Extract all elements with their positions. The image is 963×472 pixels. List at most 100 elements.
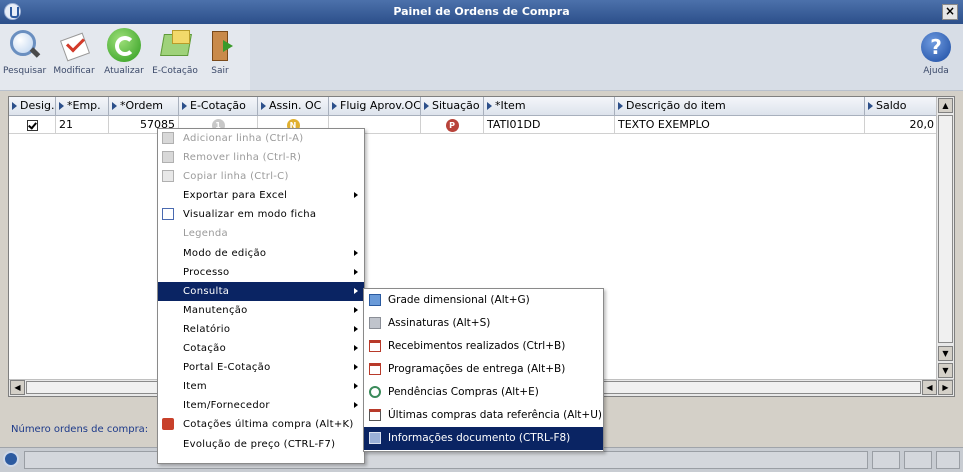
- scroll-down-button[interactable]: ▼: [938, 346, 953, 361]
- toolbar: Pesquisar Modificar Atualizar E-Cotação …: [0, 24, 963, 91]
- title-bar: Painel de Ordens de Compra ×: [0, 0, 963, 24]
- table-row[interactable]: 21 57085 1 N P TATI01DD TEXTO EXEMPLO 20…: [9, 116, 938, 134]
- desig-cell[interactable]: [9, 116, 56, 133]
- printer-icon[interactable]: [904, 451, 932, 469]
- scroll-left-end-button[interactable]: ◀: [922, 380, 937, 395]
- scroll-up-button[interactable]: ▲: [938, 98, 953, 113]
- menu-item-price-evolution[interactable]: Evolução de preço (CTRL-F7): [158, 435, 364, 454]
- submenu-item-last-purchases[interactable]: Últimas compras data referência (Alt+U): [364, 404, 603, 427]
- cube-icon: [369, 294, 381, 306]
- menu-item-add-row[interactable]: Adicionar linha (Ctrl-A): [158, 129, 364, 148]
- menu-item-last-purchase-quotes[interactable]: Cotações última compra (Alt+K): [158, 415, 364, 434]
- connection-icon[interactable]: [872, 451, 900, 469]
- column-header-fluig[interactable]: Fluig Aprov.OC: [329, 97, 421, 115]
- exit-button[interactable]: Sair: [203, 28, 237, 76]
- scroll-right-button[interactable]: ▶: [938, 380, 953, 395]
- clock-icon: [369, 386, 381, 398]
- menu-item-process[interactable]: Processo: [158, 263, 364, 282]
- menu-item-item[interactable]: Item: [158, 377, 364, 396]
- submenu-arrow-icon: [354, 325, 358, 332]
- ecotacao-label: E-Cotação: [152, 66, 198, 76]
- menu-item-copy-row[interactable]: Copiar linha (Ctrl-C): [158, 167, 364, 186]
- vertical-scrollbar[interactable]: ▲ ▼ ▼: [936, 97, 954, 381]
- submenu-item-dimensional-grid[interactable]: Grade dimensional (Alt+G): [364, 289, 603, 312]
- submenu-item-delivery-schedules[interactable]: Programações de entrega (Alt+B): [364, 358, 603, 381]
- column-header-ordem[interactable]: *Ordem: [109, 97, 179, 115]
- search-button[interactable]: Pesquisar: [3, 28, 47, 76]
- refresh-icon: [107, 28, 141, 62]
- submenu-item-receipts[interactable]: Recebimentos realizados (Ctrl+B): [364, 335, 603, 358]
- messages-icon[interactable]: [936, 451, 960, 469]
- order-count-label: Número ordens de compra:: [11, 424, 149, 435]
- submenu-item-document-info[interactable]: Informações documento (CTRL-F8): [364, 427, 603, 450]
- search-label: Pesquisar: [3, 66, 47, 76]
- menu-item-maintenance[interactable]: Manutenção: [158, 301, 364, 320]
- signature-icon: [369, 317, 381, 329]
- modify-label: Modificar: [53, 66, 95, 76]
- situacao-cell: P: [421, 116, 484, 133]
- modify-icon: [57, 28, 91, 62]
- situacao-status-icon: P: [445, 118, 459, 132]
- submenu-arrow-icon: [354, 306, 358, 313]
- ecotacao-icon: [158, 28, 192, 62]
- menu-item-legend[interactable]: Legenda: [158, 224, 364, 243]
- column-header-assin-oc[interactable]: Assin. OC: [258, 97, 329, 115]
- refresh-button[interactable]: Atualizar: [104, 28, 144, 76]
- menu-item-form-view[interactable]: Visualizar em modo ficha: [158, 205, 364, 224]
- saldo-cell: 20,0: [865, 116, 938, 133]
- descricao-cell: TEXTO EXEMPLO: [615, 116, 865, 133]
- emp-cell: 21: [56, 116, 109, 133]
- quotes-icon: [162, 418, 174, 431]
- menu-item-consulta[interactable]: Consulta: [158, 281, 364, 301]
- submenu-arrow-icon: [354, 364, 358, 371]
- add-row-icon: [162, 132, 174, 144]
- grid-header: Desig. *Emp. *Ordem E-Cotação Assin. OC …: [9, 97, 938, 116]
- menu-item-item-supplier[interactable]: Item/Fornecedor: [158, 396, 364, 415]
- window-title: Painel de Ordens de Compra: [393, 5, 570, 18]
- help-icon: ?: [921, 32, 951, 62]
- copy-row-icon: [162, 170, 174, 183]
- menu-item-edit-mode[interactable]: Modo de edição: [158, 244, 364, 263]
- exit-door-icon: [203, 28, 237, 62]
- search-icon: [7, 28, 41, 62]
- column-header-descricao[interactable]: Descrição do item: [615, 97, 865, 115]
- menu-item-remove-row[interactable]: Remover linha (Ctrl-R): [158, 148, 364, 167]
- submenu-arrow-icon: [354, 249, 358, 256]
- calendar-icon: [369, 363, 381, 375]
- desig-checkbox[interactable]: [26, 119, 38, 131]
- app-status-icon: [3, 451, 19, 467]
- submenu-arrow-icon: [354, 345, 358, 352]
- menu-item-report[interactable]: Relatório: [158, 320, 364, 339]
- remove-row-icon: [162, 151, 174, 164]
- close-button[interactable]: ×: [942, 4, 958, 20]
- submenu-arrow-icon: [354, 287, 358, 294]
- column-header-item[interactable]: *Item: [484, 97, 615, 115]
- submenu-arrow-icon: [354, 192, 358, 199]
- menu-item-portal-ecotacao[interactable]: Portal E-Cotação: [158, 358, 364, 377]
- submenu-arrow-icon: [354, 402, 358, 409]
- vertical-scroll-thumb[interactable]: [938, 115, 953, 343]
- help-label: Ajuda: [923, 66, 949, 76]
- column-header-saldo[interactable]: Saldo: [865, 97, 938, 115]
- scroll-left-button[interactable]: ◀: [10, 380, 25, 395]
- modify-button[interactable]: Modificar: [52, 28, 96, 76]
- refresh-label: Atualizar: [104, 66, 144, 76]
- item-cell: TATI01DD: [484, 116, 615, 133]
- exit-label: Sair: [211, 66, 229, 76]
- status-message-area: [24, 451, 868, 469]
- menu-item-export-excel[interactable]: Exportar para Excel: [158, 186, 364, 205]
- column-header-situacao[interactable]: Situação: [421, 97, 484, 115]
- context-menu: Adicionar linha (Ctrl-A) Remover linha (…: [157, 128, 365, 464]
- submenu-item-signatures[interactable]: Assinaturas (Alt+S): [364, 312, 603, 335]
- column-header-emp[interactable]: *Emp.: [56, 97, 109, 115]
- column-header-ecotacao[interactable]: E-Cotação: [179, 97, 258, 115]
- menu-item-quotation[interactable]: Cotação: [158, 339, 364, 358]
- ecotacao-button[interactable]: E-Cotação: [150, 28, 200, 76]
- help-button[interactable]: ? Ajuda: [918, 32, 954, 76]
- column-header-desig[interactable]: Desig.: [9, 97, 56, 115]
- submenu-item-pending-purchases[interactable]: Pendências Compras (Alt+E): [364, 381, 603, 404]
- scroll-down-end-button[interactable]: ▼: [938, 363, 953, 378]
- calendar-icon: [369, 340, 381, 352]
- submenu-arrow-icon: [354, 268, 358, 275]
- form-view-icon: [162, 208, 174, 221]
